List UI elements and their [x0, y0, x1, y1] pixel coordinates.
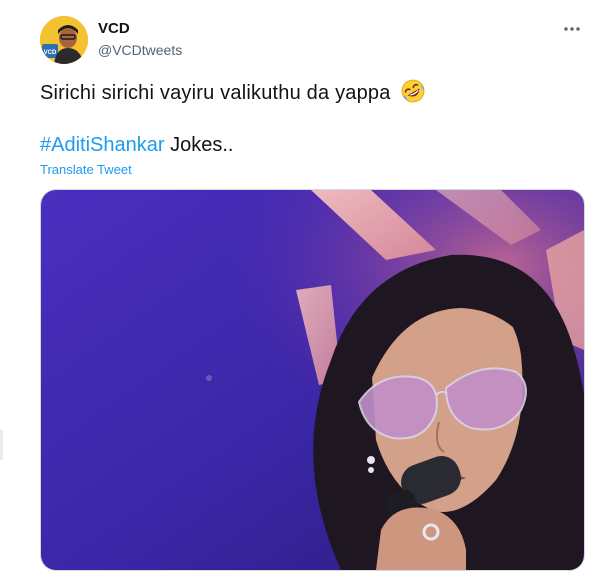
tweet-media-video[interactable]: [40, 189, 585, 571]
author-handle[interactable]: @VCDtweets: [98, 40, 182, 60]
tweet-text-line2: #AditiShankar Jokes..: [40, 132, 233, 158]
avatar-image: VCD: [40, 16, 88, 64]
video-frame-image: [41, 190, 584, 570]
more-horizontal-icon[interactable]: [560, 20, 584, 38]
avatar-badge: VCD: [44, 50, 57, 56]
translate-tweet-link[interactable]: Translate Tweet: [40, 162, 132, 177]
avatar[interactable]: VCD: [40, 16, 88, 64]
author-block[interactable]: VCD @VCDtweets: [98, 20, 182, 60]
tweet-text-line1: Sirichi sirichi vayiru valikuthu da yapp…: [40, 78, 426, 111]
scroll-edge-indicator: [0, 430, 3, 460]
author-display-name[interactable]: VCD: [98, 20, 182, 38]
tweet-text: Sirichi sirichi vayiru valikuthu da yapp…: [40, 82, 391, 104]
hashtag-link[interactable]: #AditiShankar: [40, 134, 165, 156]
tweet-card: VCD VCD @VCDtweets Sirichi sirichi vayir…: [0, 0, 600, 571]
rolling-on-floor-laughing-icon: [400, 78, 426, 111]
tweet-text-suffix: Jokes..: [164, 134, 234, 156]
